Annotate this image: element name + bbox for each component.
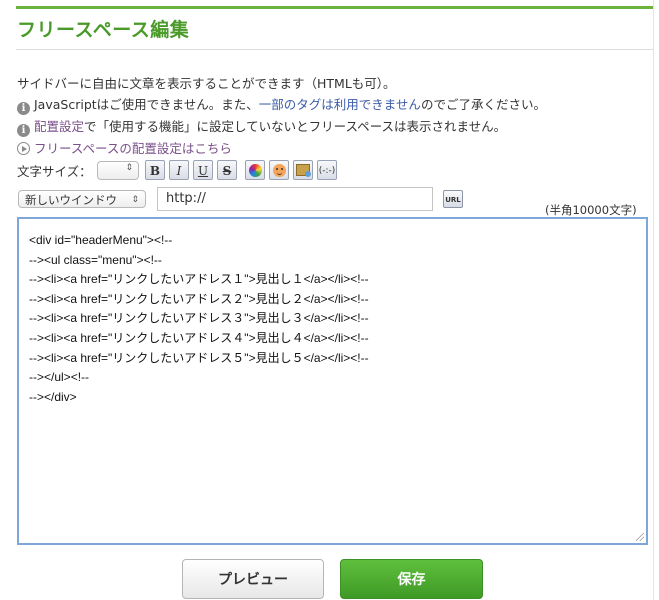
italic-button[interactable]: I [169,160,189,180]
font-size-select[interactable]: ⇕ [97,161,139,180]
editor-line: --><li><a href="リンクしたいアドレス３">見出し３</a></l… [29,311,369,326]
text-color-button[interactable] [245,160,265,180]
select-arrows-icon: ⇕ [131,195,139,205]
layout-notice: i 配置設定で「使用する機能」に設定していないとフリースペースは表示されません。 [17,116,506,137]
char-limit-note: (半角10000文字) [545,203,637,217]
editor-line: --></div> [29,389,77,404]
editor-line: --><li><a href="リンクしたいアドレス２">見出し２</a></l… [29,291,369,306]
layout-settings-link[interactable]: 配置設定 [34,119,84,134]
js-notice-post: のでご了承ください。 [420,97,546,112]
free-space-editor-page: フリースペース編集 サイドバーに自由に文章を表示することができます（HTMLも可… [0,0,659,600]
insert-url-button[interactable]: URL [443,190,463,208]
color-picker-icon [248,164,262,177]
free-space-layout-link[interactable]: フリースペースの配置設定はこちら [34,141,232,156]
js-notice-pre: JavaScriptはご使用できません。また、 [34,97,259,112]
editor-line: --><li><a href="リンクしたいアドレス１">見出し１</a></l… [29,272,369,287]
font-size-label: 文字サイズ： [17,164,92,179]
url-input[interactable]: http:// [157,187,433,211]
emoji-icon [272,164,286,177]
select-arrows-icon: ⇕ [125,163,133,173]
restricted-tags-link[interactable]: 一部のタグは利用できません [259,97,421,112]
layout-notice-post: で「使用する機能」に設定していないとフリースペースは表示されません。 [84,119,507,134]
underline-button[interactable]: U [193,160,213,180]
strikethrough-button[interactable]: S [217,160,237,180]
play-icon [17,142,30,155]
editor-line: --><li><a href="リンクしたいアドレス４">見出し４</a></l… [29,330,369,345]
page-edge-divider [653,0,654,600]
preview-button[interactable]: プレビュー [182,559,324,599]
free-space-textarea[interactable]: <div id="headerMenu"><!-- --><ul class="m… [17,217,648,545]
intro-text: サイドバーに自由に文章を表示することができます（HTMLも可）。 [17,76,396,91]
editor-line: <div id="headerMenu"><!-- [29,233,173,247]
link-target-select[interactable]: 新しいウインドウ ⇕ [18,190,146,208]
insert-image-button[interactable] [293,160,313,180]
image-icon [296,164,311,177]
emoticon-button[interactable]: (-:-) [317,160,337,180]
free-space-layout-row: フリースペースの配置設定はこちら [17,138,232,157]
js-notice: i JavaScriptはご使用できません。また、一部のタグは利用できませんのでご… [17,94,546,115]
editor-line: --><ul class="menu"><!-- [29,252,162,267]
editor-line: --><li><a href="リンクしたいアドレス５">見出し５</a></l… [29,350,369,365]
save-button[interactable]: 保存 [340,559,483,599]
resize-grip-icon[interactable] [636,533,644,541]
format-toolbar: 文字サイズ： ⇕ B I U S (-:-) [17,158,657,184]
title-divider [16,49,653,50]
header-accent-bar [16,6,653,9]
info-icon: i [17,102,30,115]
emoji-button[interactable] [269,160,289,180]
editor-line: --></ul><!-- [29,370,90,385]
link-target-value: 新しいウインドウ [25,193,117,207]
bold-button[interactable]: B [145,160,165,180]
page-title: フリースペース編集 [17,19,190,41]
info-icon: i [17,124,30,137]
